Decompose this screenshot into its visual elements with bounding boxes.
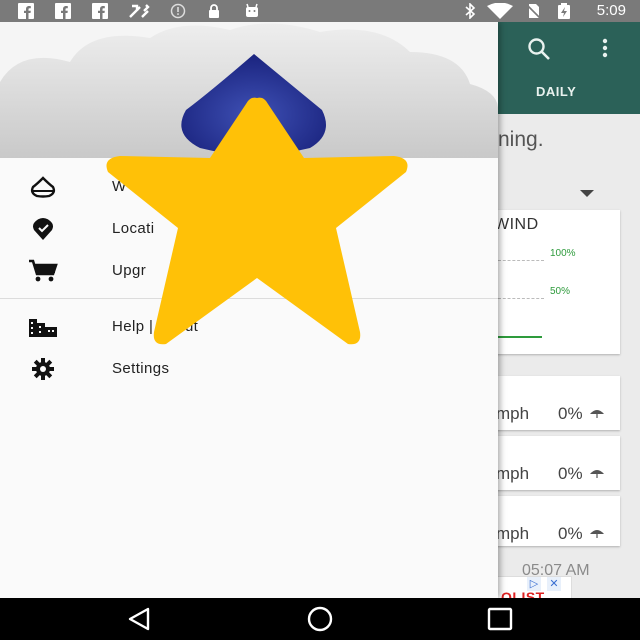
row-precip: 0% [558, 524, 583, 543]
alert-icon [170, 3, 186, 19]
chart-gridline [498, 260, 544, 261]
home-icon[interactable] [304, 606, 336, 632]
wind-pct-high: 100% [550, 248, 576, 259]
navigation-bar [0, 598, 640, 640]
tab-daily[interactable]: DAILY [536, 84, 576, 99]
status-bar: 5:09 [0, 0, 640, 22]
ad-close-icon[interactable]: ✕ [547, 577, 561, 591]
row-precip: 0% [558, 464, 583, 483]
wifi-icon [487, 3, 513, 19]
wind-pct-mid: 50% [550, 286, 571, 297]
shopping-cart-icon [29, 259, 58, 282]
forecast-summary-text: ning. [498, 128, 544, 151]
battery-charging-icon [558, 3, 570, 19]
droplet-outline-icon [30, 176, 56, 198]
umbrella-icon [590, 470, 604, 478]
row-precip: 0% [558, 404, 583, 423]
location-pin-icon [33, 218, 53, 240]
row-speed: mph [496, 464, 530, 483]
screen: 5:09 DAILY ning. WIND 100% 50% mph 0% mp… [0, 0, 640, 640]
chart-gridline [498, 298, 544, 299]
status-time: 5:09 [596, 2, 626, 19]
facebook-icon [55, 3, 71, 19]
facebook-icon [18, 3, 34, 19]
wind-chart-line [498, 336, 542, 338]
back-icon[interactable] [124, 606, 156, 632]
settings-icon [32, 358, 54, 380]
wind-card-title: WIND [494, 216, 539, 233]
search-icon[interactable] [526, 36, 552, 62]
no-sim-icon [525, 3, 541, 19]
recents-icon[interactable] [484, 606, 516, 632]
umbrella-icon [590, 530, 604, 538]
row-speed: mph [496, 524, 530, 543]
row-speed: mph [496, 404, 530, 423]
city-icon [29, 319, 57, 337]
more-vert-icon[interactable] [592, 36, 618, 62]
tools-icon [129, 4, 150, 18]
star-icon [106, 97, 408, 345]
android-icon [246, 3, 258, 17]
facebook-icon [92, 3, 108, 19]
umbrella-icon [590, 410, 604, 418]
lock-icon [209, 4, 219, 18]
bluetooth-icon [465, 3, 476, 19]
dropdown-arrow-icon[interactable] [580, 190, 594, 197]
